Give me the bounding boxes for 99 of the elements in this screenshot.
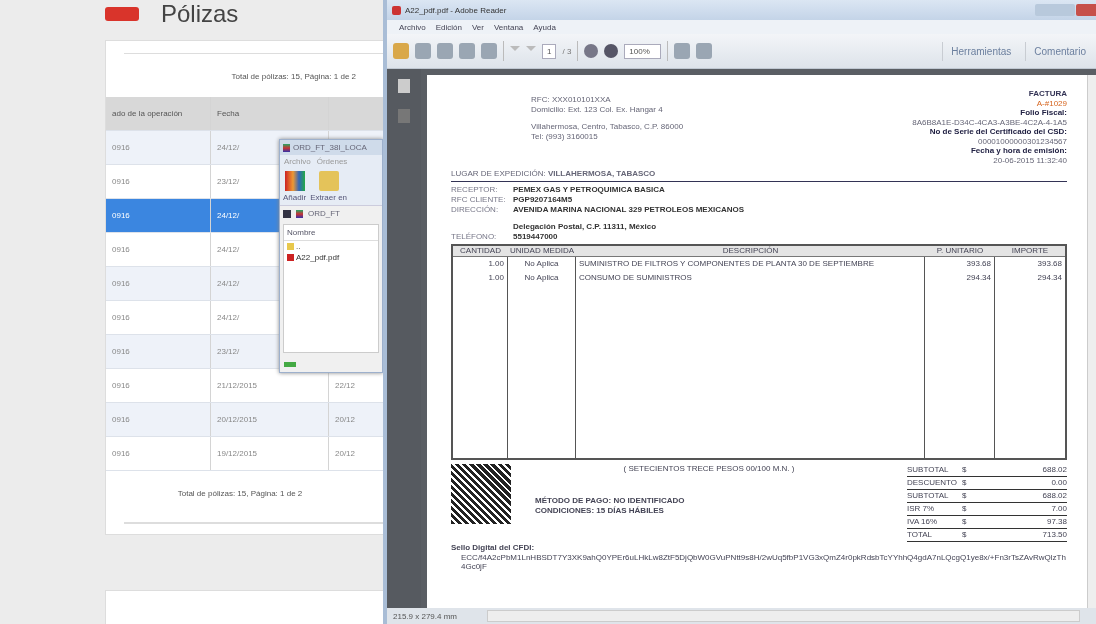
total-value: 0.00 [1050,478,1067,488]
invoice-header-text: A-#1029 [1035,98,1067,108]
column-header[interactable]: Nombre [284,225,378,241]
tools-button[interactable]: Herramientas [942,41,1020,61]
currency-sign: $ [962,478,968,488]
pdf-icon [392,5,401,15]
menu-item[interactable]: Ver [471,22,484,32]
table-cell-text: 294.34 [1036,273,1062,284]
close-button[interactable] [1076,4,1096,16]
table-row[interactable]: 0916 20/12/2015 20/12 [106,403,386,437]
field-value: PEMEX GAS Y PETROQUIMICA BASICA [513,185,665,195]
table-cell-text: No Aplica [523,273,560,284]
table-cell: 20/12 [335,415,356,424]
currency-sign: $ [962,491,968,501]
page-title: Pólizas [161,0,239,28]
issuer-text: Domicilio: Ext. 123 Col. Ex. Hangar 4 [531,105,664,115]
table-cell-text: CONSUMO DE SUMINISTROS [579,273,693,284]
scrollbar[interactable] [124,522,386,524]
issuer-text: Villahermosa, Centro, Tabasco, C.P. 86000 [531,122,684,132]
table-cell-text: 393.68 [965,259,991,270]
menu-item[interactable]: Archivo [399,22,426,32]
field-value: 5519447000 [513,232,558,242]
amount-in-words: ( SETECIENTOS TRECE PESOS 00/100 M.N. ) [622,464,796,474]
minimize-button[interactable] [1035,4,1075,16]
payment-text: MÉTODO DE PAGO: NO IDENTIFICADO [535,496,686,506]
total-value: 713.50 [1041,530,1067,540]
total-label: IVA 16% [907,517,939,527]
table-cell: 19/12/2015 [211,437,329,470]
logo-icon [105,7,139,21]
currency-sign: $ [962,517,968,527]
column-header[interactable]: ado de la operación [106,97,211,130]
total-value: 7.00 [1050,504,1067,514]
total-value: 97.38 [1045,517,1067,527]
total-label: DESCUENTO [907,478,959,488]
total-label: SUBTOTAL [907,465,950,475]
column-header: UNIDAD MEDIDA [509,246,575,256]
issuer-text: RFC: XXX010101XXA [531,95,612,105]
window-title: A22_pdf.pdf - Adobe Reader [405,5,507,15]
total-label: ISR 7% [907,504,936,514]
comment-button[interactable]: Comentario [1025,41,1094,61]
table-cell: 0916 [106,233,211,266]
table-cell: 0916 [106,437,211,470]
field-label: RFC CLIENTE: [451,195,506,204]
total-label: TOTAL [907,530,934,540]
currency-sign: $ [962,530,968,540]
page-size-text: 215.9 x 279.4 mm [393,611,458,621]
currency-sign: $ [962,504,968,514]
table-cell-text: No Aplica [523,259,560,270]
seal-label: Sello Digital del CFDI: [451,543,536,553]
table-cell-text: 1.00 [487,259,504,270]
field-value: Delegación Postal, C.P. 11311, México [513,222,657,232]
total-value: 688.02 [1041,491,1067,501]
total-value: 688.02 [1041,465,1067,475]
conditions-text: CONDICIONES: 15 DÍAS HÁBILES [535,506,665,516]
table-cell-text: 1.00 [487,273,504,284]
page-field[interactable]: 1 [542,43,557,59]
table-cell: 0916 [106,301,211,334]
column-header: P. UNITARIO [935,246,985,256]
column-header[interactable]: Fecha [211,97,329,130]
total-label: SUBTOTAL [907,491,950,501]
pagination-text: Total de pólizas: 15, Página: 1 de 2 [176,488,304,500]
field-label: TELÉFONO: [451,232,497,241]
invoice-header-text: FACTURA [1027,89,1067,99]
menu-item[interactable]: Ayuda [533,22,556,32]
column-header: DESCRIPCIÓN [721,246,780,256]
invoice-header-text: 8A6B8A1E-D34C-4CA3-A3BE-4C2A-4-1A5 [912,117,1067,127]
invoice-header-text: 20-06-2015 11:32:40 [992,155,1067,165]
zoom-field[interactable]: 100% [624,43,661,59]
menu-item[interactable]: Edición [435,22,462,32]
place-text: LUGAR DE EXPEDICIÓN: VILLAHERMOSA, TABASCO [451,165,1067,182]
invoice-header-text: 00001000000301234567 [977,136,1067,146]
currency-sign: $ [962,465,968,475]
table-cell: 20/12/2015 [211,403,329,436]
table-cell: 0916 [106,403,211,436]
invoice-header-text: No de Serie del Certificado del CSD: [928,127,1067,137]
table-cell: 0916 [106,165,211,198]
table-cell: 22/12 [335,381,356,390]
column-header: CANTIDAD [459,246,502,256]
table-cell-text: SUMINISTRO DE FILTROS Y COMPONENTES DE PLANTA 30 DE SEPTIEMBRE [579,259,876,270]
table-cell: 0916 [106,199,211,232]
table-cell-text: 294.34 [965,273,991,284]
table-cell: 0916 [106,335,211,368]
menu-item[interactable]: Ventana [493,22,524,32]
scrollbar[interactable] [487,610,1080,622]
field-label: RECEPTOR: [451,185,498,194]
table-cell-text: 393.68 [1036,259,1062,270]
field-label: DIRECCIÓN: [451,205,499,214]
issuer-text: Tel: (993) 3160015 [531,132,599,142]
page-count: / 3 [562,46,572,56]
invoice-header-text: Folio Fiscal: [1019,108,1067,118]
invoice-header-text: Fecha y hora de emisión: [969,146,1067,156]
field-value: PGP9207164M5 [513,195,573,205]
table-cell: 0916 [106,131,211,164]
table-cell: 20/12 [335,449,356,458]
field-value: AVENIDA MARINA NACIONAL 329 PETROLEOS MEXICANOS [513,205,745,215]
seal-text: ECC/f4A2cPbM1LnHBSDT7Y3XK9ahQ0YPEr6uLHkLw8ZtF5DjQbW0GVuPNtt9s8H/2wUq5fbP1VG3xQmZ4r0pkRdsbTcYYhhQ4gdA7nLQcgQ1ye8x/+Fn3rTsZAvRwQlzTh4Gc0jF [460,553,1067,571]
column-header: IMPORTE [1010,246,1050,256]
table-cell: 0916 [106,369,211,402]
table-cell: 0916 [106,267,211,300]
